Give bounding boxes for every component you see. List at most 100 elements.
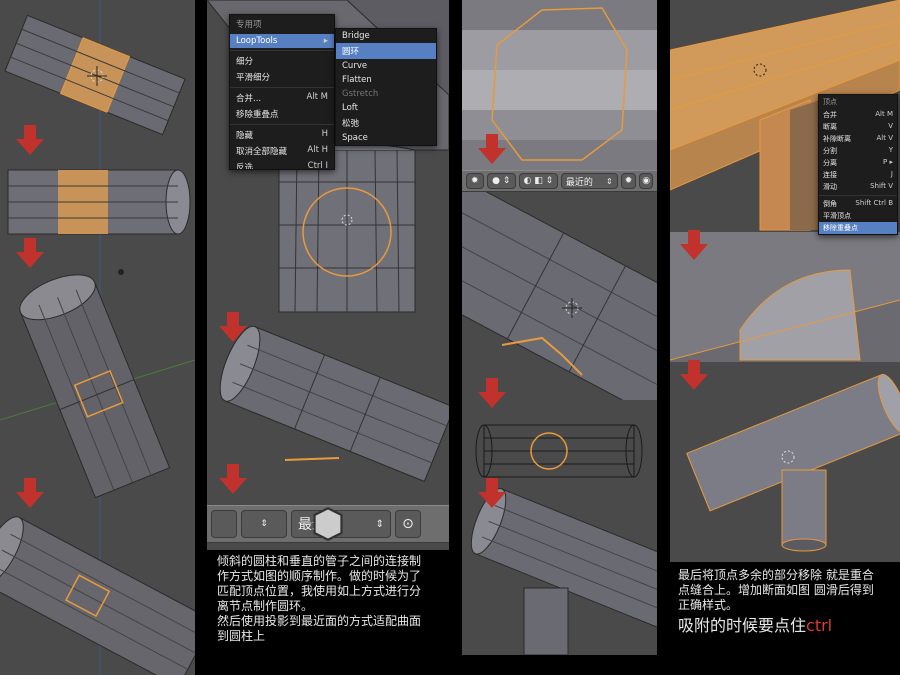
specials-menu-title: 专用项 bbox=[236, 20, 262, 30]
ctrl-key-text: ctrl bbox=[806, 616, 833, 635]
menu-item-label: 分割 bbox=[823, 147, 837, 155]
menu-shortcut: J bbox=[890, 170, 893, 178]
pivot-icon: ✹ bbox=[624, 176, 633, 186]
menu-item-bevel[interactable]: 倒角 Shift Ctrl B bbox=[819, 198, 897, 210]
menu-item-remove-doubles[interactable]: 移除重叠点 bbox=[230, 106, 334, 122]
submenu-item-curve[interactable]: Curve bbox=[336, 59, 436, 73]
caption-panel-4: 最后将顶点多余的部分移除 就是重合 点缝合上。增加断面如图 圆滑后得到 正确样式… bbox=[678, 568, 900, 637]
menu-item-label: 隐藏 bbox=[236, 131, 254, 141]
menu-item-label: 合并 bbox=[823, 111, 837, 119]
submenu-item-circle[interactable]: 圆环 bbox=[336, 43, 436, 59]
panel-1-step-sequence bbox=[0, 0, 195, 675]
menu-item-label: 滑动 bbox=[823, 183, 837, 191]
menu-item-smooth-subdivide[interactable]: 平滑细分 bbox=[230, 69, 334, 85]
viewport-3: ✹ ● ⇕ ◐ ◧ ⇕ 最近的 ⇕ ✹ ◉ bbox=[462, 0, 657, 655]
project-button[interactable]: ◉ bbox=[639, 173, 653, 189]
menu-shortcut: Shift Ctrl B bbox=[855, 199, 893, 207]
sun-icon: ✹ bbox=[471, 176, 479, 186]
viewport-4: 顶点 合并 Alt M 断离 V 补隙断离 Alt V 分割 Y 分离 P ▸ 连接 J 滑… bbox=[670, 0, 900, 562]
caption-line: 离节点制作圆环。 bbox=[217, 599, 314, 613]
ctrl-tip-text: 吸附的时候要点住 bbox=[678, 616, 807, 635]
snap-target-dropdown[interactable]: 最近的 ⇕ bbox=[560, 173, 618, 189]
viewport-1 bbox=[0, 0, 195, 675]
menu-separator bbox=[230, 124, 334, 125]
submenu-item-loft[interactable]: Loft bbox=[336, 101, 436, 115]
menu-item-merge[interactable]: 合并 Alt M bbox=[819, 109, 897, 121]
menu-item-label: 平滑顶点 bbox=[823, 212, 851, 220]
menu-item-rip-fill[interactable]: 补隙断离 Alt V bbox=[819, 133, 897, 145]
menu-item-subdivide[interactable]: 细分 bbox=[230, 53, 334, 69]
tilted-cylinder-step4 bbox=[0, 516, 195, 675]
viewport-4-scene bbox=[670, 0, 900, 562]
specials-menu: 专用项 LoopTools ▸ 细分 平滑细分 合并... Alt M 移除重叠点 … bbox=[229, 14, 335, 170]
menu-item-unhide-all[interactable]: 取消全部隐藏 Alt H bbox=[230, 143, 334, 159]
cube-icon bbox=[313, 506, 343, 542]
menu-item-remove-doubles[interactable]: 移除重叠点 bbox=[819, 222, 897, 234]
submenu-item-label: Bridge bbox=[342, 31, 370, 41]
panel-2-looptools: 专用项 LoopTools ▸ 细分 平滑细分 合并... Alt M 移除重叠点 … bbox=[207, 0, 449, 675]
submenu-item-gstretch: Gstretch bbox=[336, 87, 436, 101]
menu-item-merge[interactable]: 合并... Alt M bbox=[230, 90, 334, 106]
submenu-item-label: 圆环 bbox=[342, 47, 360, 57]
snap-toolbar-2: ⇕ 最近的 ⇕ ⊙ bbox=[207, 505, 449, 543]
submenu-item-label: Loft bbox=[342, 103, 358, 113]
final-t-pipe bbox=[670, 362, 900, 562]
menu-shortcut: V bbox=[888, 122, 893, 130]
horizontal-cylinder-step2 bbox=[7, 169, 191, 235]
submenu-item-relax[interactable]: 松弛 bbox=[336, 115, 436, 131]
proportional-dropdown[interactable]: ● ⇕ bbox=[486, 173, 516, 189]
menu-item-hide[interactable]: 隐藏 H bbox=[230, 127, 334, 143]
menu-item-label: 合并... bbox=[236, 94, 262, 104]
caption-panel-2: 倾斜的圆柱和垂直的管子之间的连接制 作方式如图的顺序制作。做的时候为了 匹配顶点… bbox=[217, 554, 449, 644]
submenu-item-label: Curve bbox=[342, 61, 368, 71]
menu-item-smooth-vertex[interactable]: 平滑顶点 bbox=[819, 210, 897, 222]
menu-separator bbox=[819, 195, 897, 196]
dropdown-arrows-icon: ⇕ bbox=[605, 176, 613, 186]
menu-item-label: 分离 bbox=[823, 159, 837, 167]
submenu-item-label: 松弛 bbox=[342, 119, 360, 129]
snap-element-dropdown[interactable]: ◐ ◧ ⇕ bbox=[518, 173, 558, 189]
menu-separator bbox=[230, 87, 334, 88]
menu-item-slide[interactable]: 滑动 Shift V bbox=[819, 181, 897, 193]
tilted-cylinder-step3 bbox=[19, 274, 171, 499]
menu-shortcut: Y bbox=[888, 146, 893, 154]
ctrl-tip: 吸附的时候要点住ctrl bbox=[678, 615, 900, 637]
looptools-submenu: Bridge 圆环 Curve Flatten Gstretch Loft 松弛… bbox=[335, 28, 437, 146]
snap-mode-icon: ◐ ◧ ⇕ bbox=[523, 176, 554, 186]
viewport-1-scene bbox=[0, 0, 195, 675]
menu-item-label: 取消全部隐藏 bbox=[236, 147, 288, 157]
menu-shortcut: Alt H bbox=[307, 145, 328, 155]
junction-closeup bbox=[670, 232, 900, 362]
snap-element-dropdown[interactable]: ⇕ bbox=[241, 506, 343, 542]
pivot-button[interactable]: ✹ bbox=[620, 173, 637, 189]
menu-shortcut: Alt M bbox=[875, 110, 893, 118]
submenu-item-space[interactable]: Space bbox=[336, 131, 436, 145]
menu-item-label: 断离 bbox=[823, 123, 837, 131]
panel-3-projection: ✹ ● ⇕ ◐ ◧ ⇕ 最近的 ⇕ ✹ ◉ bbox=[462, 0, 657, 655]
menu-item-label: 反选 bbox=[236, 163, 254, 169]
caption-line: 倾斜的圆柱和垂直的管子之间的连接制 bbox=[217, 554, 422, 568]
menu-item-split[interactable]: 分割 Y bbox=[819, 145, 897, 157]
overlay-button[interactable]: ✹ bbox=[466, 173, 484, 189]
menu-item-separate[interactable]: 分离 P ▸ bbox=[819, 157, 897, 169]
menu-item-label: LoopTools bbox=[236, 36, 278, 46]
vertex-menu-title: 顶点 bbox=[823, 98, 837, 106]
submenu-item-bridge[interactable]: Bridge bbox=[336, 29, 436, 43]
caption-line: 然后使用投影到最近面的方式适配曲面 bbox=[217, 614, 422, 628]
panel-4-merge: 顶点 合并 Alt M 断离 V 补隙断离 Alt V 分割 Y 分离 P ▸ 连接 J 滑… bbox=[670, 0, 900, 675]
snap-toolbar-3: ✹ ● ⇕ ◐ ◧ ⇕ 最近的 ⇕ ✹ ◉ bbox=[462, 170, 657, 192]
menu-shortcut: Alt M bbox=[306, 92, 328, 102]
snap-target-label: 最近的 bbox=[565, 177, 593, 188]
menu-item-looptools[interactable]: LoopTools ▸ bbox=[230, 34, 334, 48]
menu-item-rip[interactable]: 断离 V bbox=[819, 121, 897, 133]
menu-item-connect[interactable]: 连接 J bbox=[819, 169, 897, 181]
submenu-item-label: Space bbox=[342, 133, 368, 143]
menu-item-invert-selection[interactable]: 反选 Ctrl I bbox=[230, 159, 334, 169]
menu-item-label: 移除重叠点 bbox=[823, 224, 858, 232]
dot-icon: ● ⇕ bbox=[492, 176, 511, 186]
menu-shortcut: P ▸ bbox=[883, 158, 893, 166]
submenu-item-flatten[interactable]: Flatten bbox=[336, 73, 436, 87]
project-icon: ◉ bbox=[642, 176, 651, 186]
menu-item-label: 倒角 bbox=[823, 200, 837, 208]
menu-item-label: 连接 bbox=[823, 171, 837, 179]
